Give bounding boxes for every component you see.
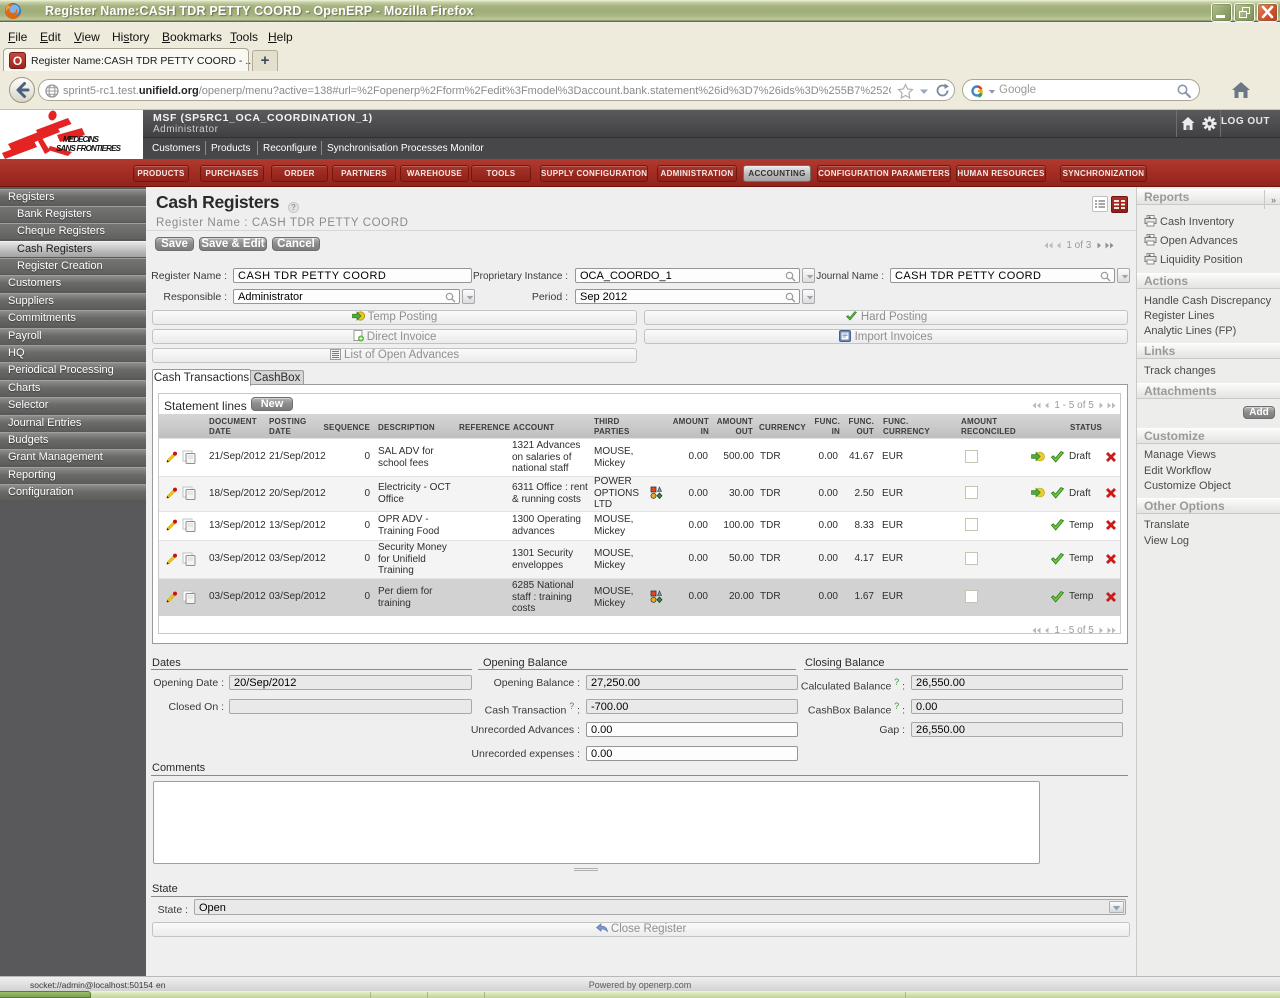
svg-text:MEDECINS: MEDECINS	[63, 135, 100, 144]
svg-text:SANS FRONTIERES: SANS FRONTIERES	[56, 144, 122, 153]
